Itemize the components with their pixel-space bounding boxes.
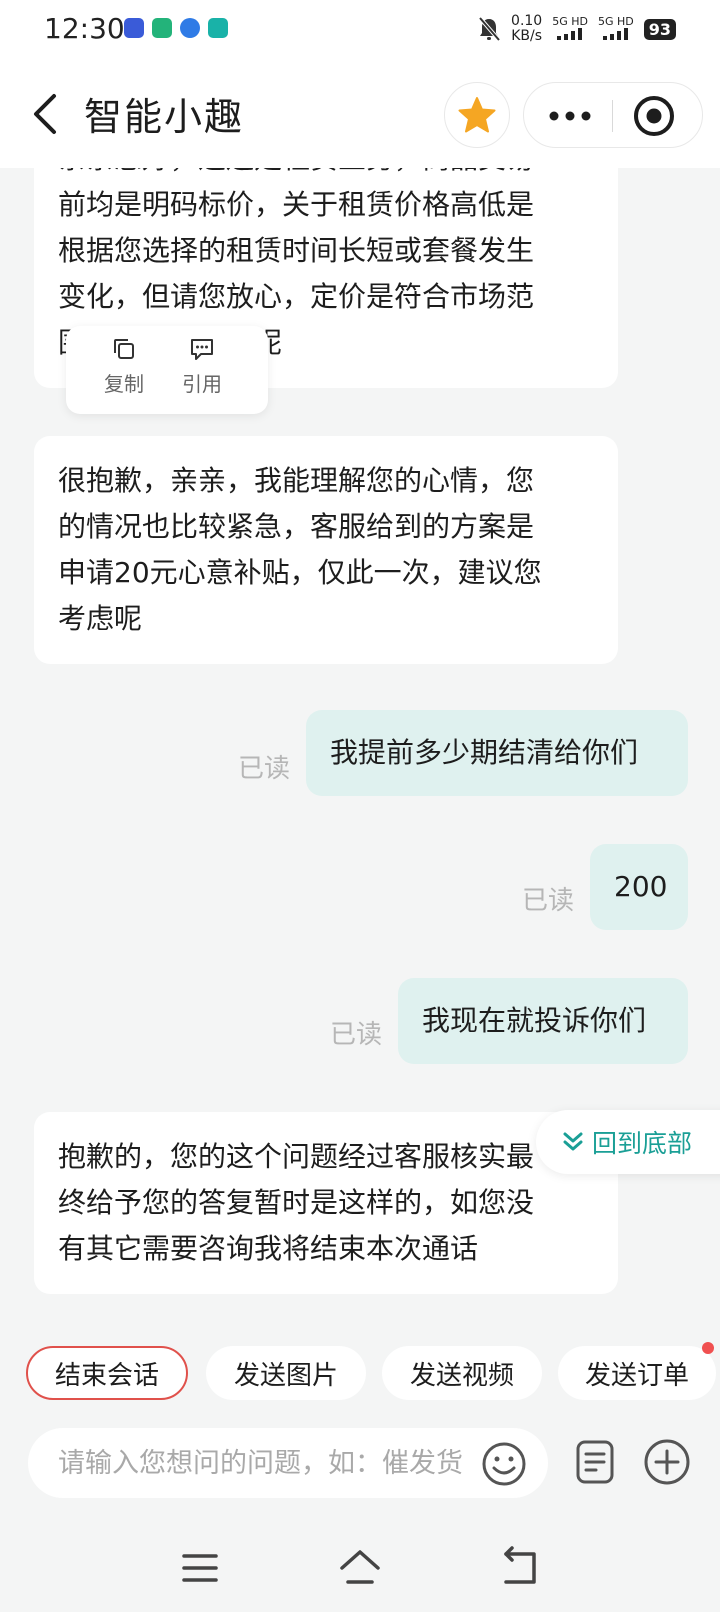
notification-badge bbox=[702, 1342, 714, 1354]
star-icon bbox=[458, 97, 496, 133]
double-chevron-down-icon bbox=[563, 1132, 583, 1151]
app-icon-music bbox=[152, 18, 172, 38]
quote-menu-item[interactable]: 引用 bbox=[162, 336, 242, 397]
chevron-left-icon bbox=[34, 94, 56, 134]
copy-menu-item[interactable]: 复制 bbox=[84, 336, 164, 397]
message-line: 根据您选择的租赁时间长短或套餐发生 bbox=[58, 234, 535, 267]
home-icon bbox=[340, 1550, 380, 1584]
signal-bars-icon bbox=[557, 27, 583, 40]
plus-circle-icon bbox=[644, 1439, 690, 1485]
copy-label: 复制 bbox=[104, 372, 144, 396]
message-line: 很抱歉，亲亲，我能理解您的心情，您 bbox=[58, 464, 535, 497]
message-line: 前均是明码标价，关于租赁价格高低是 bbox=[58, 188, 535, 221]
quote-label: 引用 bbox=[182, 372, 222, 396]
signal-1: 5G HD bbox=[552, 14, 588, 43]
message-input[interactable] bbox=[58, 1438, 468, 1488]
document-button[interactable] bbox=[570, 1437, 620, 1487]
net-speed-value: 0.10 bbox=[511, 13, 543, 29]
battery-icon: 93 bbox=[643, 18, 676, 40]
net-speed-unit: KB/s bbox=[511, 28, 543, 44]
more-tools-button[interactable] bbox=[642, 1437, 692, 1487]
mute-bell-icon bbox=[478, 16, 501, 42]
signal-bars-icon bbox=[602, 27, 628, 40]
message-text: 我提前多少期结清给你们 bbox=[330, 736, 639, 769]
end-session-button[interactable]: 结束会话 bbox=[26, 1346, 188, 1400]
capsule-divider bbox=[612, 100, 613, 132]
emoji-button[interactable] bbox=[480, 1440, 528, 1488]
message-line: 亲亲您好，这边是租赁业务，商品交易 bbox=[58, 168, 594, 182]
message-context-menu: 复制 引用 bbox=[66, 326, 268, 414]
end-session-label: 结束会话 bbox=[54, 1360, 159, 1391]
menu-icon bbox=[182, 1554, 218, 1582]
send-video-label: 发送视频 bbox=[409, 1360, 514, 1391]
nav-back-button[interactable] bbox=[498, 1546, 542, 1590]
send-image-button[interactable]: 发送图片 bbox=[206, 1346, 366, 1400]
back-button[interactable] bbox=[28, 90, 68, 138]
message-bubble-agent[interactable]: 很抱歉，亲亲，我能理解您的心情，您 的情况也比较紧急，客服给到的方案是 申请20… bbox=[34, 436, 618, 664]
document-icon bbox=[576, 1440, 614, 1484]
read-status: 已读 bbox=[330, 1020, 383, 1050]
mini-program-capsule bbox=[523, 82, 703, 148]
favorite-button[interactable] bbox=[444, 82, 510, 148]
message-bubble-user[interactable]: 200 bbox=[590, 844, 688, 930]
message-line: 抱歉的，您的这个问题经过客服核实最 bbox=[58, 1140, 535, 1173]
emoji-icon bbox=[482, 1442, 526, 1486]
message-line: 的情况也比较紧急，客服给到的方案是 bbox=[58, 510, 535, 543]
message-input-area bbox=[28, 1428, 548, 1498]
app-icon-tiezhi bbox=[124, 18, 144, 38]
message-bubble-user[interactable]: 我现在就投诉你们 bbox=[398, 978, 688, 1064]
app-icon-browser bbox=[180, 18, 200, 38]
message-line: 终给予您的答复暂时是这样的，如您没 bbox=[58, 1186, 535, 1219]
nav-menu-button[interactable] bbox=[178, 1546, 222, 1590]
app-icon-boss bbox=[208, 18, 228, 38]
signal-2-label: 5G HD bbox=[597, 14, 634, 28]
message-line: 申请20元心意补贴，仅此一次，建议您 bbox=[58, 556, 542, 589]
read-status: 已读 bbox=[238, 754, 291, 784]
message-bubble-user[interactable]: 我提前多少期结清给你们 bbox=[306, 710, 688, 796]
more-button[interactable] bbox=[538, 93, 602, 139]
message-line: 考虑呢 bbox=[58, 602, 143, 635]
message-line: 有其它需要咨询我将结束本次通话 bbox=[58, 1232, 479, 1265]
system-nav-bar bbox=[0, 1524, 720, 1612]
back-to-bottom-label: 回到底部 bbox=[592, 1129, 693, 1158]
send-order-label: 发送订单 bbox=[584, 1360, 689, 1391]
read-status: 已读 bbox=[522, 886, 575, 916]
status-right: 0.10 KB/s 5G HD 5G HD 93 bbox=[477, 14, 676, 44]
back-icon bbox=[504, 1546, 536, 1584]
status-bar: 12:30 0.10 KB/s 5G HD 5G HD 93 bbox=[0, 0, 720, 62]
send-image-label: 发送图片 bbox=[233, 1360, 338, 1391]
page-title: 智能小趣 bbox=[84, 95, 245, 139]
quote-icon bbox=[191, 339, 213, 360]
message-line: 变化，但请您放心，定价是符合市场范 bbox=[58, 280, 535, 313]
target-close-icon bbox=[634, 96, 674, 136]
message-text: 我现在就投诉你们 bbox=[422, 1004, 647, 1037]
send-video-button[interactable]: 发送视频 bbox=[382, 1346, 542, 1400]
header: 智能小趣 bbox=[0, 62, 720, 168]
status-time: 12:30 bbox=[44, 12, 125, 45]
signal-2: 5G HD bbox=[597, 14, 634, 43]
copy-icon bbox=[114, 339, 134, 359]
message-bubble-agent[interactable]: 抱歉的，您的这个问题经过客服核实最 终给予您的答复暂时是这样的，如您没 有其它需… bbox=[34, 1112, 618, 1294]
net-speed: 0.10 KB/s bbox=[511, 14, 542, 44]
close-button[interactable] bbox=[632, 94, 676, 138]
signal-1-label: 5G HD bbox=[552, 14, 588, 28]
status-app-icons bbox=[124, 18, 228, 38]
message-text: 200 bbox=[614, 870, 668, 903]
back-to-bottom-button[interactable]: 回到底部 bbox=[536, 1110, 720, 1174]
more-dots-icon bbox=[549, 111, 591, 121]
nav-home-button[interactable] bbox=[338, 1546, 382, 1590]
send-order-button[interactable]: 发送订单 bbox=[558, 1346, 716, 1400]
